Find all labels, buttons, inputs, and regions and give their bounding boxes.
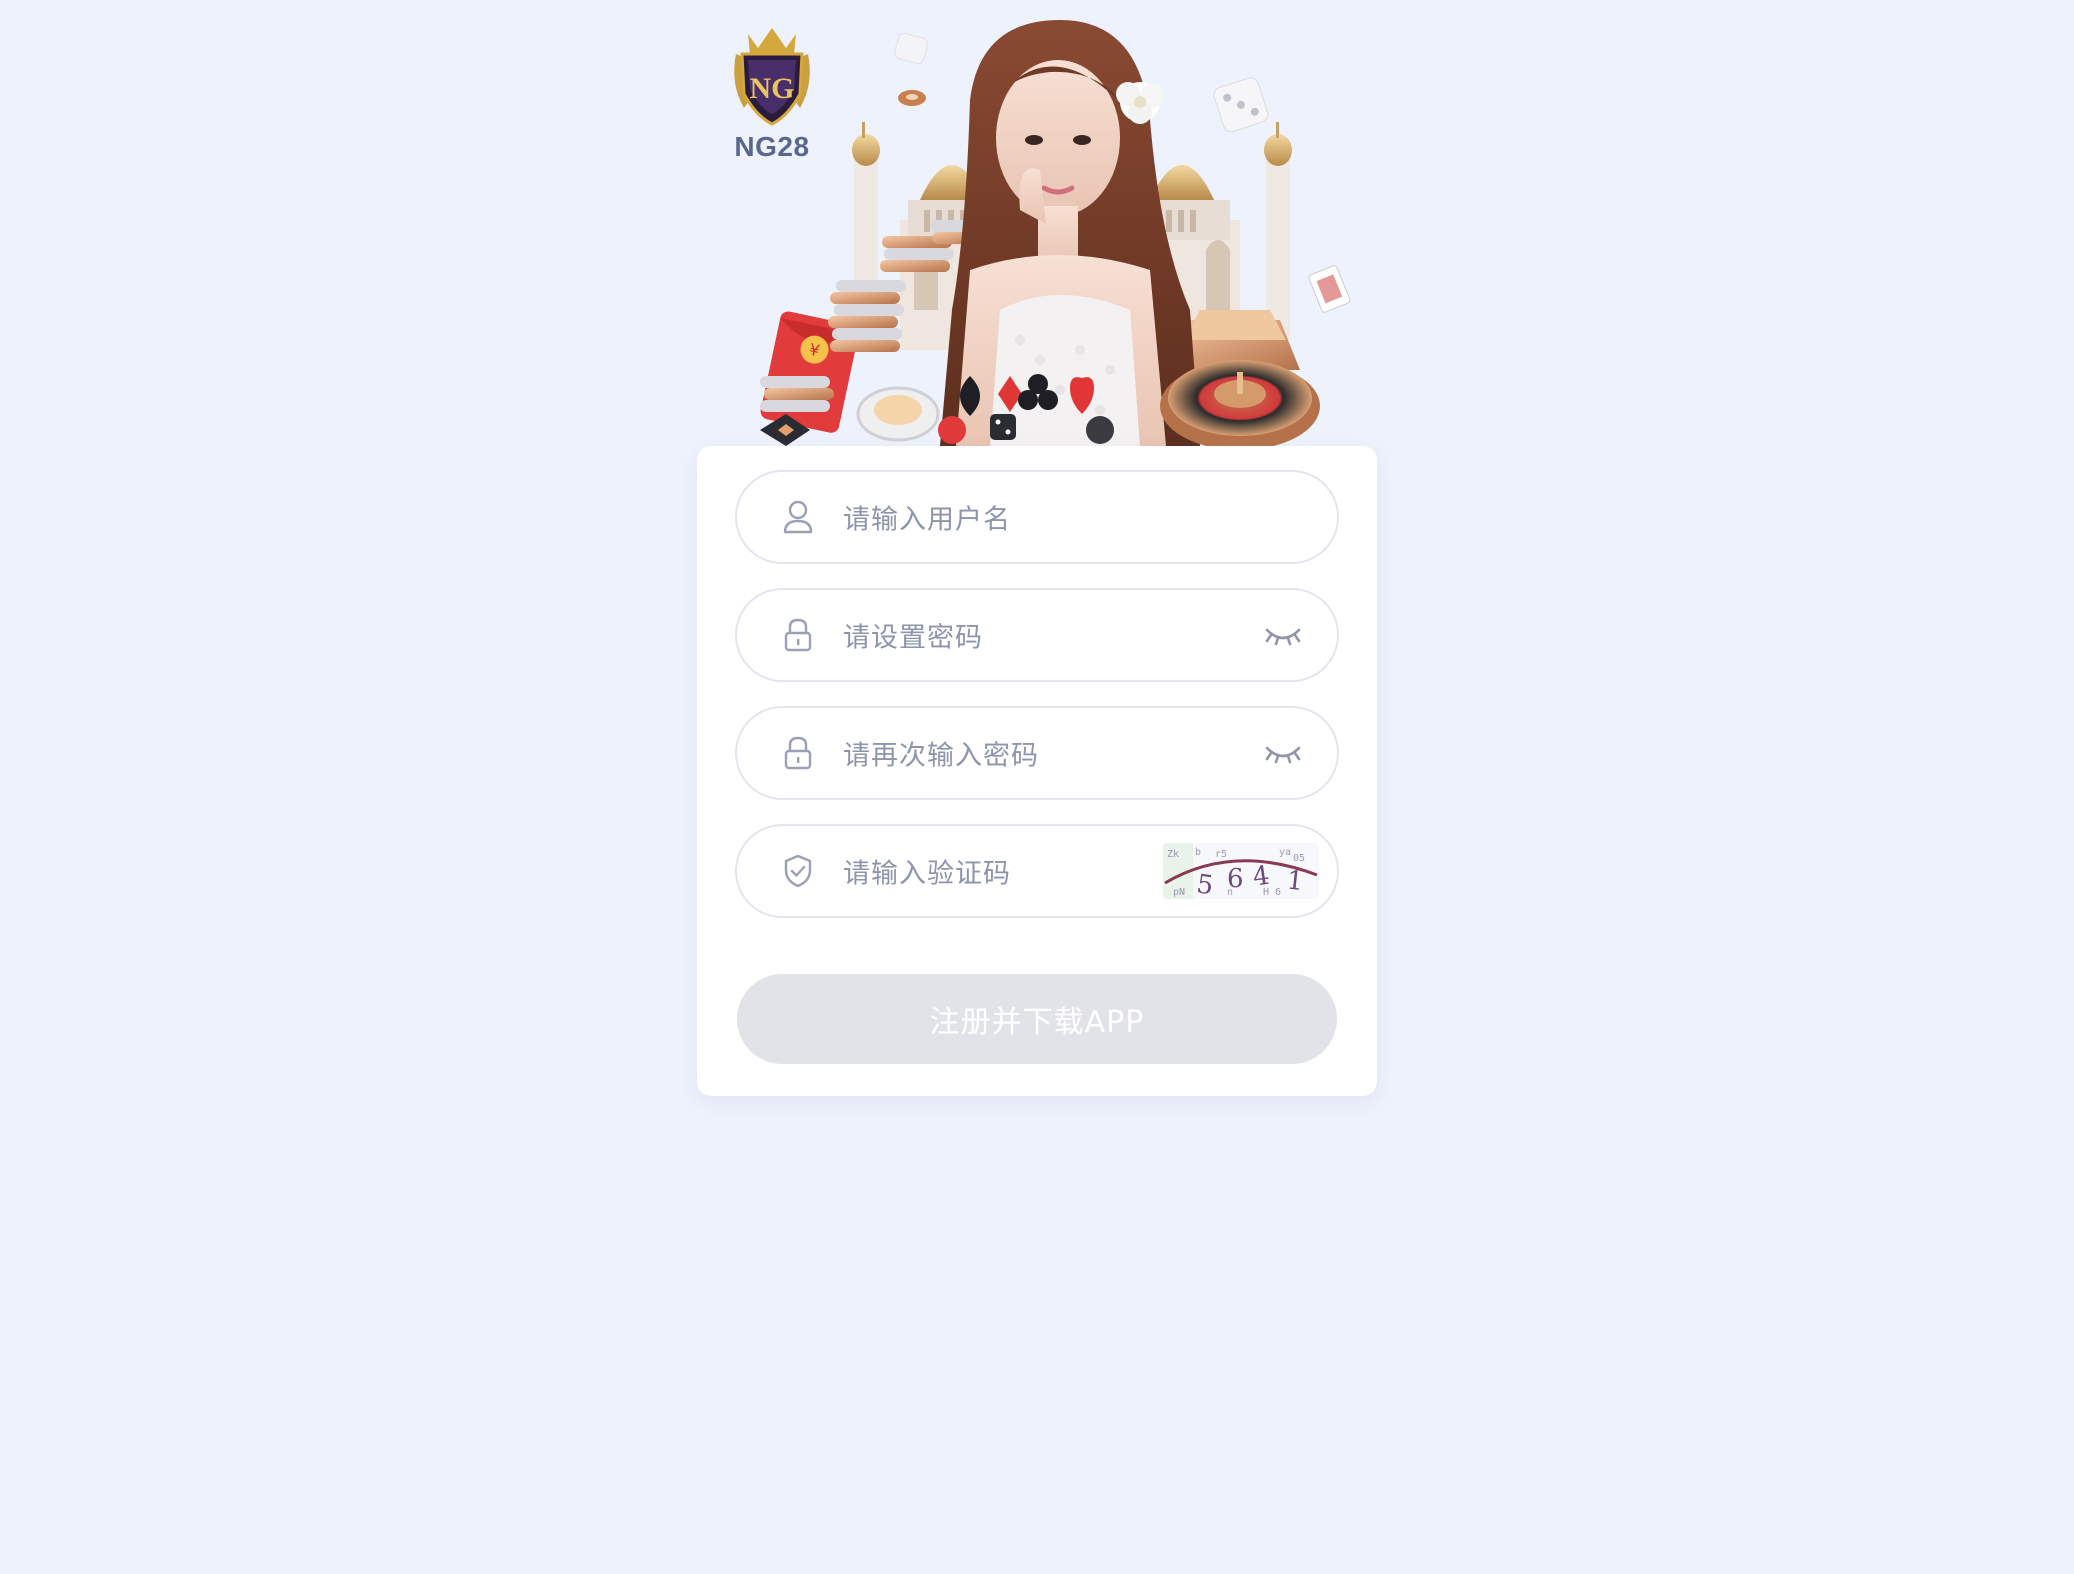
captcha-char: 6 <box>1227 864 1244 894</box>
username-placeholder: 请输入用户名 <box>843 504 1011 536</box>
eye-closed-icon[interactable] <box>1263 740 1303 766</box>
captcha-char: 1 <box>1285 865 1305 897</box>
register-download-button[interactable]: 注册并下载APP <box>737 974 1337 1064</box>
shield-check-icon <box>781 852 815 890</box>
svg-text:Zk: Zk <box>1167 849 1179 860</box>
register-form-card: 请输入用户名 请设置密码 请再次输入密码 请输入验证码 Zk b r5 ya 0… <box>697 446 1377 1096</box>
username-field[interactable]: 请输入用户名 <box>735 470 1339 564</box>
crown-shield-icon: NG <box>734 28 810 126</box>
svg-text:ya: ya <box>1279 847 1291 858</box>
confirm-password-placeholder: 请再次输入密码 <box>843 740 1039 772</box>
eye-closed-icon[interactable] <box>1263 622 1303 648</box>
confirm-password-field[interactable]: 请再次输入密码 <box>735 706 1339 800</box>
brand-name: NG28 <box>734 131 810 162</box>
register-page: ¥ NG NG28 请输入用户名 请设置密码 请再次输入密码 请输入验证码 Zk… <box>0 0 2074 1574</box>
brand-logo: NG NG28 <box>722 24 822 164</box>
svg-text:b: b <box>1195 847 1201 858</box>
badge-initials: NG <box>750 72 795 105</box>
svg-text:05: 05 <box>1293 853 1305 864</box>
captcha-image[interactable]: Zk b r5 ya 05 pN nH 6 5 6 4 1 <box>1163 843 1319 899</box>
password-field[interactable]: 请设置密码 <box>735 588 1339 682</box>
svg-text:pN: pN <box>1173 887 1185 898</box>
password-placeholder: 请设置密码 <box>843 622 983 654</box>
user-icon <box>781 498 815 536</box>
captcha-field[interactable]: 请输入验证码 Zk b r5 ya 05 pN nH 6 5 6 4 1 <box>735 824 1339 918</box>
lock-icon <box>781 734 815 772</box>
captcha-placeholder: 请输入验证码 <box>843 858 1011 890</box>
svg-text:r5: r5 <box>1215 849 1227 860</box>
lock-icon <box>781 616 815 654</box>
